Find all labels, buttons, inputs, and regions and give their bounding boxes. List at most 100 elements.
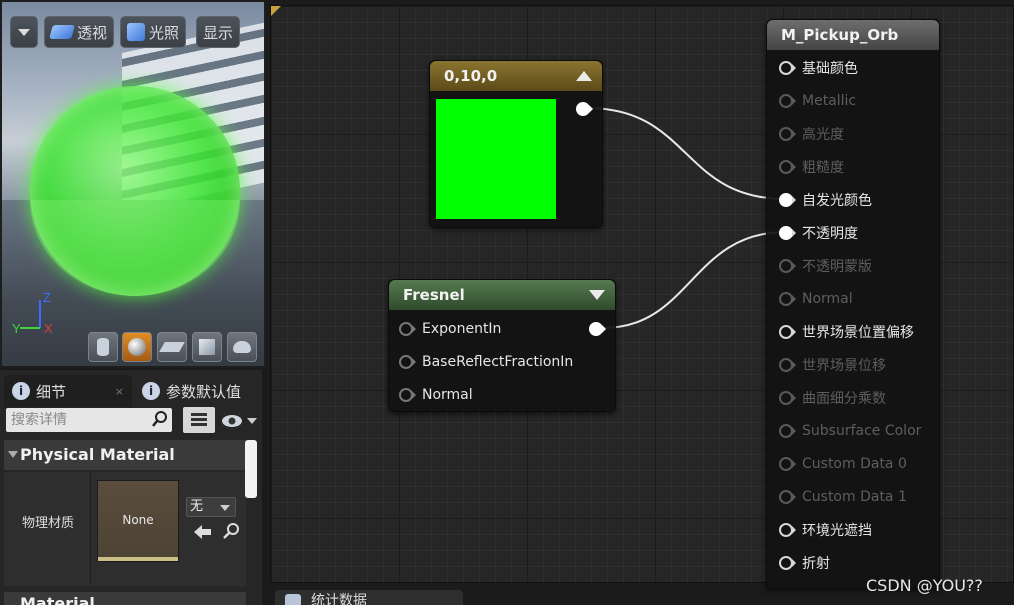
material-input-pin[interactable]: Custom Data 1 — [779, 486, 907, 508]
fresnel-node-header[interactable]: Fresnel — [389, 280, 615, 310]
material-input-label: 高光度 — [802, 127, 844, 143]
material-input-label: 世界场景位置偏移 — [802, 325, 914, 341]
material-input-label: Metallic — [802, 93, 857, 109]
input-pin-icon — [779, 490, 793, 504]
material-preview-viewport[interactable]: 透视 光照 显示 Z Y X — [0, 0, 266, 368]
tab-params-label: 参数默认值 — [166, 382, 242, 401]
pin-arrow-icon — [792, 526, 796, 534]
preview-teapot-button[interactable] — [227, 332, 257, 362]
material-input-label: Custom Data 1 — [802, 489, 907, 505]
preview-cylinder-button[interactable] — [88, 332, 118, 362]
details-scrollbar[interactable] — [245, 440, 257, 498]
input-pin-icon — [779, 160, 793, 174]
viewport-options-button[interactable] — [10, 16, 38, 48]
perspective-label: 透视 — [77, 23, 108, 42]
close-icon[interactable]: × — [115, 385, 124, 398]
use-selected-arrow-icon[interactable] — [194, 524, 212, 540]
plane-icon — [159, 342, 185, 352]
pin-arrow-icon — [792, 460, 796, 468]
pin-arrow-icon — [792, 229, 796, 237]
asset-thumbnail[interactable]: None — [97, 480, 179, 562]
preview-sphere-button[interactable] — [122, 332, 152, 362]
tab-details[interactable]: i 细节 × — [4, 375, 132, 407]
fresnel-output-pin[interactable] — [589, 318, 612, 340]
constant-vector-node[interactable]: 0,10,0 — [429, 60, 603, 228]
material-input-label: 不透明蒙版 — [802, 259, 872, 275]
collapse-triangle-icon[interactable] — [576, 71, 592, 81]
lighting-button[interactable]: 光照 — [120, 16, 187, 48]
material-input-pin[interactable]: 世界场景位移 — [779, 354, 886, 376]
preview-cube-button[interactable] — [192, 332, 222, 362]
fresnel-input-basereflectfractionin[interactable]: BaseReflectFractionIn — [399, 351, 573, 373]
material-result-node[interactable]: M_Pickup_Orb 基础颜色 Metallic 高光度粗糙度自发光颜色不透明度… — [766, 19, 940, 589]
material-input-pin[interactable]: Subsurface Color — [779, 420, 921, 442]
pin-arrow-icon — [792, 394, 796, 402]
fresnel-node[interactable]: Fresnel ExponentIn BaseReflectFractionIn… — [388, 279, 616, 412]
pin-arrow-icon — [792, 130, 796, 138]
material-input-pin[interactable]: 折射 — [779, 552, 830, 574]
material-input-pin[interactable]: Normal — [779, 288, 853, 310]
collapse-triangle-icon[interactable] — [589, 290, 605, 300]
sphere-icon — [128, 338, 146, 356]
material-input-pin[interactable]: 粗糙度 — [779, 156, 844, 178]
input-pin-icon — [779, 325, 793, 339]
asset-picker-combo[interactable]: 无 — [186, 497, 236, 517]
pin-arrow-icon — [792, 97, 796, 105]
search-placeholder: 搜索详情 — [11, 412, 67, 428]
graph-corner-marker — [271, 6, 281, 16]
input-pin-icon — [399, 322, 413, 336]
show-button[interactable]: 显示 — [196, 16, 241, 48]
tab-parameter-defaults[interactable]: i 参数默认值 — [134, 375, 258, 407]
column-divider[interactable] — [90, 472, 91, 586]
pin-arrow-icon — [792, 361, 796, 369]
material-input-pin[interactable]: Custom Data 0 — [779, 453, 907, 475]
pin-arrow-icon — [792, 559, 796, 567]
input-pin-icon — [779, 193, 793, 207]
input-pin-icon — [779, 127, 793, 141]
constant-node-header[interactable]: 0,10,0 — [430, 61, 602, 91]
input-pin-icon — [779, 259, 793, 273]
physical-material-category[interactable]: Physical Material — [4, 440, 246, 470]
grid-icon — [191, 413, 207, 426]
material-input-pin[interactable]: 高光度 — [779, 123, 844, 145]
material-input-label: Normal — [802, 291, 853, 307]
cylinder-icon — [97, 338, 109, 356]
material-node-header[interactable]: M_Pickup_Orb — [767, 20, 939, 50]
material-input-pin[interactable]: 不透明度 — [779, 222, 858, 244]
constant-output-pin[interactable] — [576, 98, 599, 120]
material-input-pin[interactable]: Metallic — [779, 90, 856, 112]
cube-icon — [199, 339, 215, 355]
material-input-pin[interactable]: 自发光颜色 — [779, 189, 872, 211]
material-input-pin[interactable]: 世界场景位置偏移 — [779, 321, 914, 343]
fresnel-input-exponentin[interactable]: ExponentIn — [399, 318, 501, 340]
asset-type-color-bar — [98, 557, 178, 561]
pin-arrow-icon — [602, 325, 606, 333]
perspective-button[interactable]: 透视 — [44, 16, 115, 48]
material-input-pin[interactable]: 曲面细分乘数 — [779, 387, 886, 409]
color-swatch — [436, 99, 556, 219]
details-search-input[interactable]: 搜索详情 — [6, 408, 172, 432]
browse-search-icon[interactable] — [222, 522, 240, 540]
fresnel-input-normal[interactable]: Normal — [399, 384, 473, 406]
preview-plane-button[interactable] — [157, 332, 187, 362]
visibility-options-button[interactable] — [221, 410, 261, 432]
axis-x-label: X — [44, 321, 53, 336]
input-pin-icon — [779, 292, 793, 306]
eye-icon — [222, 415, 242, 427]
show-label: 显示 — [203, 23, 234, 42]
material-category[interactable]: Material — [4, 592, 246, 605]
input-pin-icon — [779, 424, 793, 438]
teapot-icon — [233, 341, 251, 353]
material-input-pin[interactable]: 基础颜色 — [779, 57, 858, 79]
material-graph-canvas[interactable]: 0,10,0 Fresnel ExponentIn BaseReflectFra… — [270, 5, 1014, 589]
axis-y-label: Y — [12, 321, 21, 336]
tab-stats[interactable]: 统计数据 — [275, 590, 463, 605]
material-input-pin[interactable]: 环境光遮挡 — [779, 519, 872, 541]
fresnel-node-title: Fresnel — [403, 286, 465, 304]
chevron-down-icon — [247, 418, 257, 424]
material-input-pin[interactable]: 不透明蒙版 — [779, 255, 872, 277]
view-options-button[interactable] — [183, 407, 215, 433]
lit-cube-icon — [127, 23, 145, 41]
physical-material-property-row: 物理材质 None 无 — [4, 472, 246, 586]
pin-arrow-icon — [412, 325, 416, 333]
